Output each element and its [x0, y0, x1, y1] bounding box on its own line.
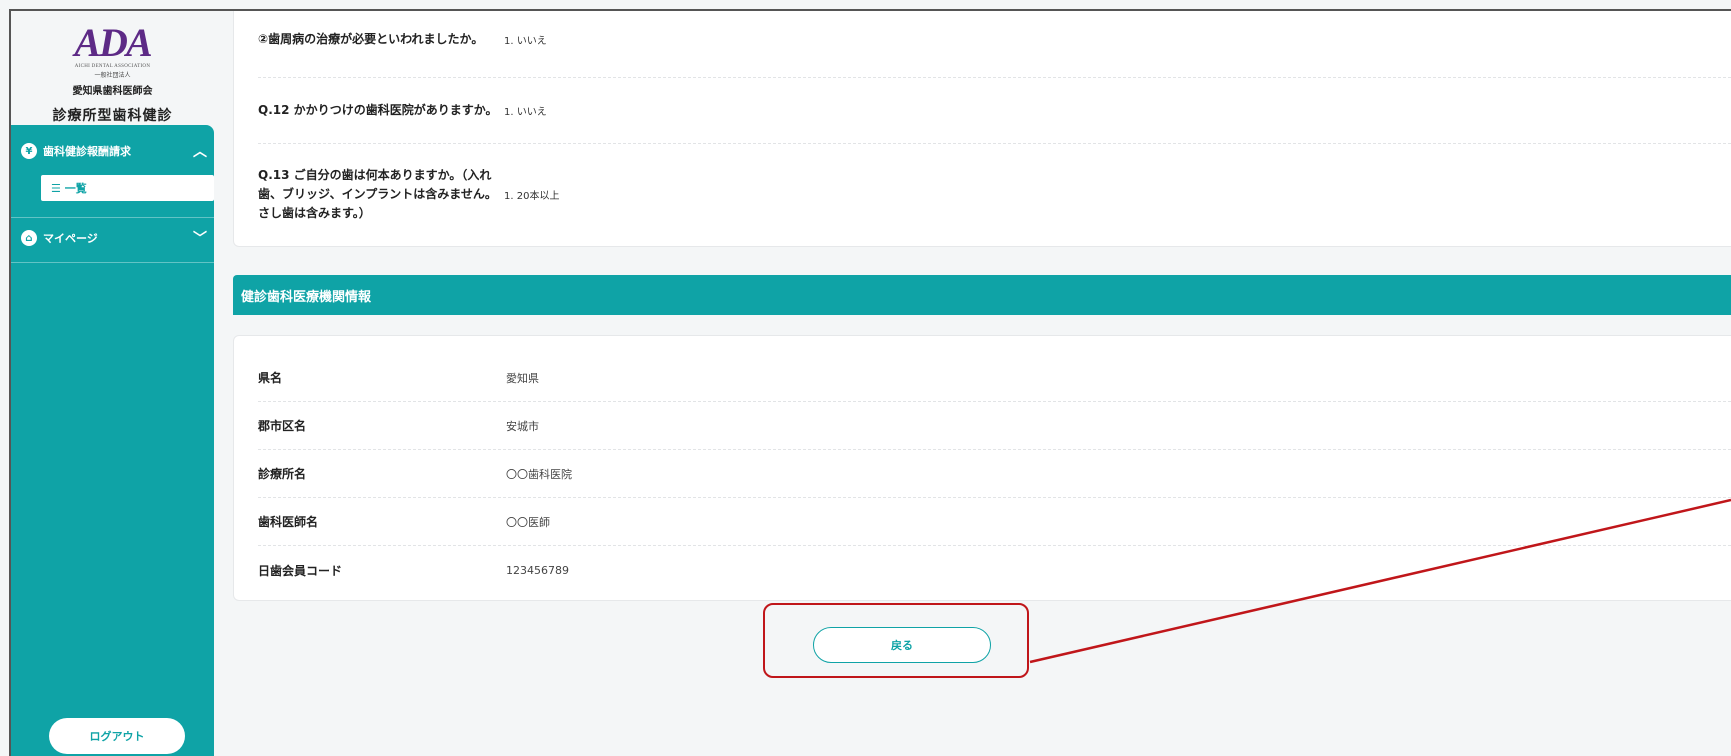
nav-section-label: マイページ [43, 232, 98, 245]
info-label: 日歯会員コード [258, 563, 343, 578]
logo: ADA AICHI DENTAL ASSOCIATION 一般社団法人 愛知県歯… [11, 11, 214, 124]
chevron-up-icon: ︿ [193, 144, 207, 160]
qa-row: Q.12 かかりつけの歯科医院がありますか。 1. いいえ [258, 78, 1731, 144]
info-row-city: 郡市区名 安城市 [258, 402, 1731, 450]
logo-english-name: AICHI DENTAL ASSOCIATION [74, 64, 151, 69]
info-value: 愛知県 [506, 371, 539, 385]
nav-section-claims[interactable]: ¥ 歯科健診報酬請求 ︿ [11, 131, 214, 171]
section-title: 健診歯科医療機関情報 [233, 275, 1731, 315]
question-text: Q.13 ご自分の歯は何本ありますか。（入れ歯、ブリッジ、インプラントは含みませ… [258, 167, 497, 220]
nav-section-label: 歯科健診報酬請求 [43, 145, 131, 158]
answer-text: 1. いいえ [504, 36, 547, 47]
sidebar-item-list[interactable]: ☰ 一覧 [41, 175, 214, 201]
info-value: 〇〇医師 [506, 515, 550, 529]
answer-text: 1. 20本以上 [504, 190, 560, 202]
logo-mark: ADA [74, 20, 152, 65]
nav-divider [11, 262, 214, 263]
info-label: 県名 [258, 371, 283, 385]
app-frame: ADA AICHI DENTAL ASSOCIATION 一般社団法人 愛知県歯… [9, 9, 1731, 756]
info-label: 歯科医師名 [258, 515, 319, 529]
clinic-info-card: 県名 愛知県 郡市区名 安城市 診療所名 〇〇歯科医院 歯科医師名 〇〇医師 日… [233, 335, 1731, 601]
info-value: 〇〇歯科医院 [506, 467, 572, 481]
qa-row: ②歯周病の治療が必要といわれましたか。 1. いいえ [258, 11, 1731, 78]
info-value: 安城市 [506, 419, 539, 433]
answer-text: 1. いいえ [504, 107, 547, 118]
question-text: Q.12 かかりつけの歯科医院がありますか。 [258, 103, 498, 117]
nav-section-mypage[interactable]: ⌂ マイページ ﹀ [11, 218, 214, 258]
main-content: ②歯周病の治療が必要といわれましたか。 1. いいえ Q.12 かかりつけの歯科… [233, 11, 1731, 756]
info-row-member-code: 日歯会員コード 123456789 [258, 546, 1731, 594]
qa-row: Q.13 ご自分の歯は何本ありますか。（入れ歯、ブリッジ、インプラントは含みませ… [258, 144, 1731, 244]
back-button[interactable]: 戻る [813, 627, 991, 663]
info-row-dentist: 歯科医師名 〇〇医師 [258, 498, 1731, 546]
info-value: 123456789 [506, 563, 569, 577]
sidebar-nav: ¥ 歯科健診報酬請求 ︿ ☰ 一覧 ⌂ マイページ ﹀ ログアウト [11, 125, 214, 756]
info-label: 郡市区名 [258, 419, 307, 433]
yen-coin-icon: ¥ [21, 143, 37, 159]
chevron-down-icon: ﹀ [193, 231, 207, 247]
logout-button[interactable]: ログアウト [49, 718, 185, 754]
app-title: 診療所型歯科健診 [52, 108, 173, 124]
info-row-clinic: 診療所名 〇〇歯科医院 [258, 450, 1731, 498]
sidebar: ADA AICHI DENTAL ASSOCIATION 一般社団法人 愛知県歯… [11, 11, 214, 756]
logo-corp-type: 一般社団法人 [94, 72, 131, 79]
info-row-prefecture: 県名 愛知県 [258, 354, 1731, 402]
questionnaire-card: ②歯周病の治療が必要といわれましたか。 1. いいえ Q.12 かかりつけの歯科… [233, 11, 1731, 247]
logo-org-name: 愛知県歯科医師会 [72, 86, 153, 97]
question-text: ②歯周病の治療が必要といわれましたか。 [258, 32, 484, 46]
home-icon: ⌂ [21, 230, 37, 246]
info-label: 診療所名 [258, 467, 307, 481]
